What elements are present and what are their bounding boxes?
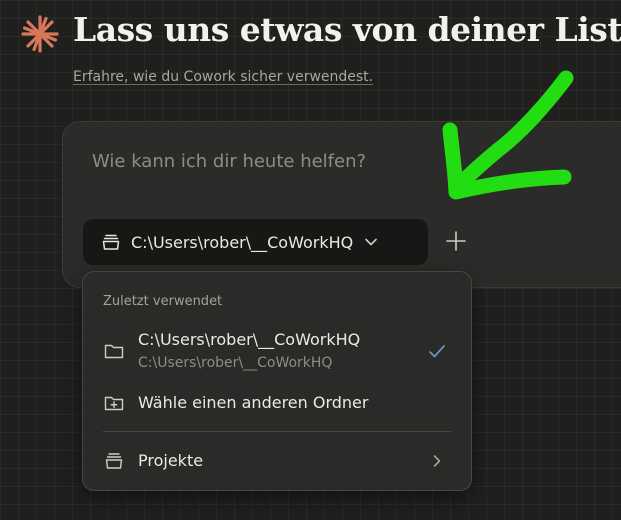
folder-dropdown-menu: Zuletzt verwendet C:\Users\rober\__CoWor… — [82, 271, 472, 491]
recent-folder-path: C:\Users\rober\__CoWorkHQ — [138, 355, 333, 371]
recent-folder-title: C:\Users\rober\__CoWorkHQ — [138, 330, 361, 349]
folder-selector-label: C:\Users\rober\__CoWorkHQ — [131, 232, 354, 252]
projects-menu-item[interactable]: Projekte — [83, 446, 471, 476]
sparkle-asterisk-icon — [21, 15, 59, 53]
chevron-right-icon — [433, 455, 441, 467]
recent-section-label: Zuletzt verwendet — [103, 294, 223, 309]
prompt-input[interactable] — [90, 150, 514, 173]
prompt-composer: C:\Users\rober\__CoWorkHQ — [62, 121, 621, 288]
check-icon — [429, 345, 445, 358]
folder-stack-icon — [102, 234, 120, 250]
page-title: Lass uns etwas von deiner Liste — [73, 10, 621, 49]
folder-selector-button[interactable]: C:\Users\rober\__CoWorkHQ — [83, 219, 428, 265]
projects-label: Projekte — [138, 451, 204, 470]
choose-other-folder-item[interactable]: Wähle einen anderen Ordner — [83, 388, 471, 418]
choose-other-folder-label: Wähle einen anderen Ordner — [138, 393, 369, 412]
chevron-down-icon — [365, 238, 378, 246]
menu-divider — [103, 431, 451, 432]
plus-icon[interactable] — [444, 229, 468, 253]
folder-plus-icon — [104, 396, 124, 411]
safety-info-link[interactable]: Erfahre, wie du Cowork sicher verwendest… — [73, 69, 373, 85]
folder-stack-icon — [105, 453, 123, 469]
folder-icon — [104, 344, 124, 359]
recent-folder-item[interactable]: C:\Users\rober\__CoWorkHQ C:\Users\rober… — [83, 328, 471, 376]
